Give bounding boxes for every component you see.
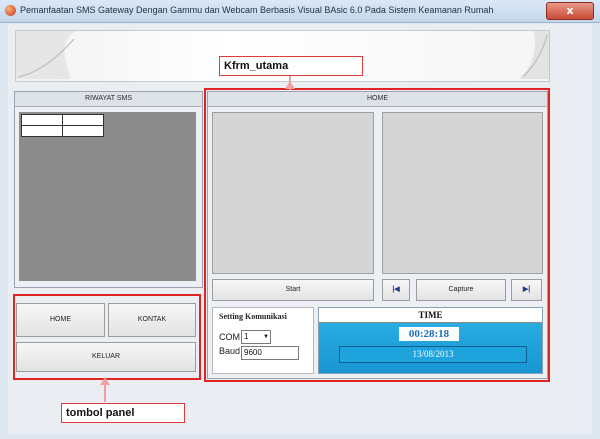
close-button[interactable]: x [546, 2, 594, 20]
window-title: Pemanfaatan SMS Gateway Dengan Gammu dan… [20, 5, 494, 15]
button-panel-callout: tombol panel [61, 403, 185, 423]
wave-decoration-right [519, 31, 549, 79]
grid-row-cell [62, 125, 104, 137]
home-frame-highlight [204, 88, 550, 382]
riwayat-sms-title: RIWAYAT SMS [15, 92, 202, 107]
form-client-area: RIWAYAT SMS HOME Start |◀ Capture ▶| Set… [8, 24, 592, 434]
main-window: Pemanfaatan SMS Gateway Dengan Gammu dan… [0, 0, 600, 439]
riwayat-sms-frame: RIWAYAT SMS [14, 91, 203, 288]
form-name-callout: Kfrm_utama [219, 56, 363, 76]
button-panel-highlight [13, 294, 201, 380]
app-icon [5, 5, 16, 16]
arrow-up-icon [285, 81, 295, 89]
grid-row-cell [21, 125, 63, 137]
arrow-up-icon [100, 377, 110, 385]
title-bar: Pemanfaatan SMS Gateway Dengan Gammu dan… [0, 0, 600, 23]
wave-decoration-left [16, 31, 76, 79]
sms-history-grid[interactable] [19, 112, 196, 281]
